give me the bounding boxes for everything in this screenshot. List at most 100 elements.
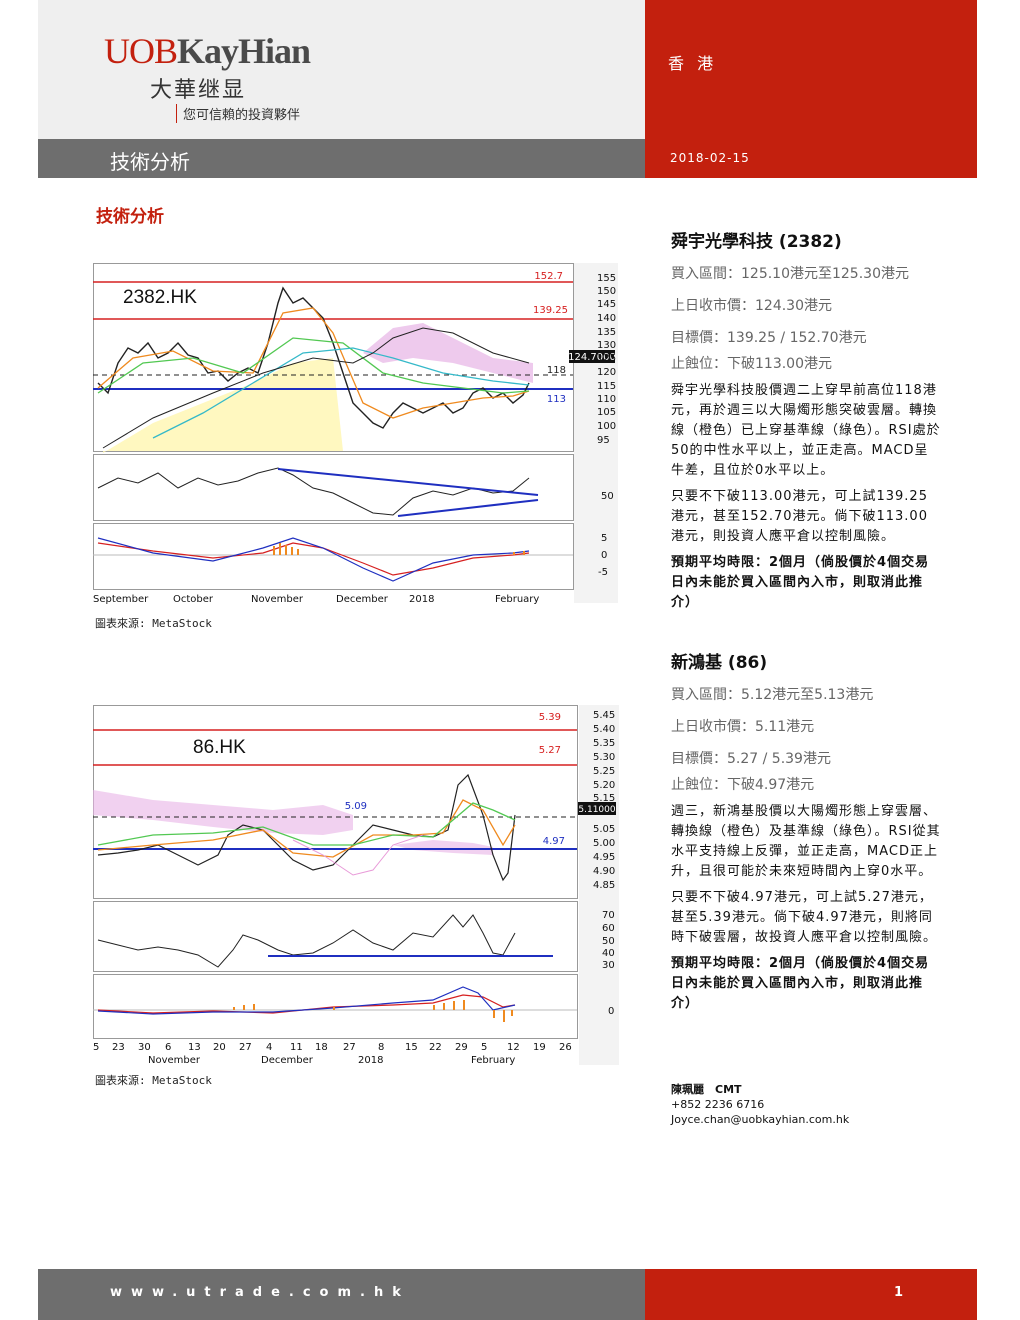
chart-ticker: 86.HK <box>193 737 246 758</box>
footer-url-link[interactable]: www.utrade.com.hk <box>110 1285 410 1300</box>
price-tick: 5.00 <box>593 838 615 849</box>
macd-tick: 5 <box>601 533 607 544</box>
price-tick: 5.25 <box>593 766 615 777</box>
level-label: 5.39 <box>539 712 561 723</box>
last-close: 上日收市價：5.11港元 <box>671 719 815 735</box>
region-label: 香 港 <box>668 54 718 73</box>
price-tick: 5.35 <box>593 738 615 749</box>
price-tick: 5.30 <box>593 752 615 763</box>
day-label: 12 <box>507 1042 520 1053</box>
buy-range: 買入區間：5.12港元至5.13港元 <box>671 687 874 703</box>
day-label: 19 <box>533 1042 546 1053</box>
month-label: September <box>93 594 149 605</box>
last-close: 上日收市價：124.30港元 <box>671 298 832 314</box>
day-label: 15 <box>405 1042 418 1053</box>
month-label: December <box>336 594 389 605</box>
day-label: 23 <box>112 1042 125 1053</box>
month-label: 2018 <box>358 1055 383 1066</box>
day-label: 20 <box>213 1042 226 1053</box>
day-label: 27 <box>343 1042 356 1053</box>
macd-tick: -5 <box>598 567 608 578</box>
buy-range: 買入區間：125.10港元至125.30港元 <box>671 266 909 282</box>
last-price-label: 5.11000 <box>578 805 615 815</box>
month-label: October <box>173 594 214 605</box>
analyst-email[interactable]: Joyce.chan@uobkayhian.com.hk <box>671 1112 849 1127</box>
price-tick: 130 <box>597 340 616 351</box>
strategy-paragraph: 只要不下破113.00港元，可上試139.25港元，甚至152.70港元。倘下破… <box>671 489 928 544</box>
section-title: 技術分析 <box>110 150 190 174</box>
analysis-paragraph: 週三，新鴻基股價以大陽燭形態上穿雲層、轉換線（橙色）及基準線（綠色）。RSI從其… <box>671 804 941 879</box>
day-label: 11 <box>290 1042 303 1053</box>
price-tick: 4.90 <box>593 866 615 877</box>
price-tick: 4.95 <box>593 852 615 863</box>
price-tick: 120 <box>597 367 616 378</box>
target-price: 目標價：5.27 / 5.39港元 <box>671 751 831 767</box>
month-label: December <box>261 1055 314 1066</box>
price-tick: 5.20 <box>593 780 615 791</box>
macd-tick: 0 <box>601 550 607 561</box>
price-tick: 145 <box>597 299 616 310</box>
time-horizon-paragraph: 預期平均時限：2個月（倘股價於4個交易日內未能於買入區間內入市，則取消此推介） <box>671 555 930 610</box>
analyst-contact: 陳珮麗 CMT +852 2236 6716 Joyce.chan@uobkay… <box>671 1082 849 1127</box>
level-label: 118 <box>547 365 566 376</box>
month-label: 2018 <box>409 594 434 605</box>
stock-name: 舜宇光學科技 (2382) <box>671 232 842 252</box>
report-date: 2018-02-15 <box>670 151 750 165</box>
analysis-paragraph: 舜宇光學科技股價週二上穿早前高位118港元，再於週三以大陽燭形態突破雲層。轉換線… <box>671 383 941 478</box>
price-tick: 150 <box>597 286 616 297</box>
level-label: 113 <box>547 394 566 405</box>
rsi-tick: 50 <box>601 491 614 502</box>
time-axis: September October November December 2018… <box>93 594 539 605</box>
day-label: 5 <box>481 1042 487 1053</box>
time-horizon-paragraph: 預期平均時限：2個月（倘股價於4個交易日內未能於買入區間內入市，則取消此推介） <box>671 956 930 1011</box>
stock-block-2382: 舜宇光學科技 (2382) 買入區間：125.10港元至125.30港元 上日收… <box>671 227 941 613</box>
macd-tick: 0 <box>608 1006 614 1017</box>
price-tick: 135 <box>597 327 616 338</box>
day-label: 8 <box>378 1042 384 1053</box>
price-tick: 4.85 <box>593 880 615 891</box>
month-label: November <box>251 594 304 605</box>
price-tick: 5.05 <box>593 824 615 835</box>
rsi-axis: 70 60 50 40 30 <box>602 910 615 971</box>
day-label: 4 <box>266 1042 272 1053</box>
analyst-name: 陳珮麗 CMT <box>671 1083 742 1096</box>
analyst-phone: +852 2236 6716 <box>671 1098 765 1111</box>
target-price: 目標價：139.25 / 152.70港元 <box>671 330 867 346</box>
stock-block-86: 新鴻基 (86) 買入區間：5.12港元至5.13港元 上日收市價：5.11港元… <box>671 648 941 1014</box>
chart-86-svg: 5.39 5.27 5.09 4.97 86.HK 5.11000 5.45 5… <box>93 705 619 1066</box>
stop-loss: 止蝕位：下破4.97港元 <box>671 777 815 793</box>
level-label: 5.27 <box>539 745 561 756</box>
price-tick: 105 <box>597 407 616 418</box>
footer-red-block <box>645 1269 977 1320</box>
chart-ticker: 2382.HK <box>123 287 197 308</box>
rsi-tick: 70 <box>602 910 615 921</box>
price-tick: 155 <box>597 273 616 284</box>
day-label: 27 <box>239 1042 252 1053</box>
level-label: 152.7 <box>534 271 563 282</box>
level-label: 4.97 <box>543 836 565 847</box>
logo-chinese: 大華继显 <box>150 78 247 103</box>
day-label: 22 <box>429 1042 442 1053</box>
chart-86: 5.39 5.27 5.09 4.97 86.HK 5.11000 5.45 5… <box>93 705 619 1067</box>
chart-source: 圖表來源: MetaStock <box>95 1074 212 1087</box>
tagline: 您可信賴的投資夥伴 <box>176 104 300 123</box>
month-label: November <box>148 1055 201 1066</box>
rsi-tick: 30 <box>602 960 615 971</box>
time-axis: 5 23 30 6 13 20 27 4 11 18 27 8 15 22 29… <box>93 1042 572 1066</box>
day-label: 30 <box>138 1042 151 1053</box>
day-label: 6 <box>165 1042 171 1053</box>
month-label: February <box>495 594 539 605</box>
rsi-tick: 60 <box>602 923 615 934</box>
page-number: 1 <box>894 1285 904 1300</box>
month-label: February <box>471 1055 515 1066</box>
page-subtitle: 技術分析 <box>96 207 164 227</box>
price-tick: 5.15 <box>593 793 615 804</box>
strategy-paragraph: 只要不下破4.97港元，可上試5.27港元，甚至5.39港元。倘下破4.97港元… <box>671 890 938 945</box>
rsi-tick: 40 <box>602 948 615 959</box>
day-label: 18 <box>315 1042 328 1053</box>
day-label: 26 <box>559 1042 572 1053</box>
logo-kayhian: KayHian <box>177 31 311 71</box>
level-label: 5.09 <box>345 801 367 812</box>
price-tick: 95 <box>597 435 610 446</box>
stop-loss: 止蝕位：下破113.00港元 <box>671 356 832 372</box>
